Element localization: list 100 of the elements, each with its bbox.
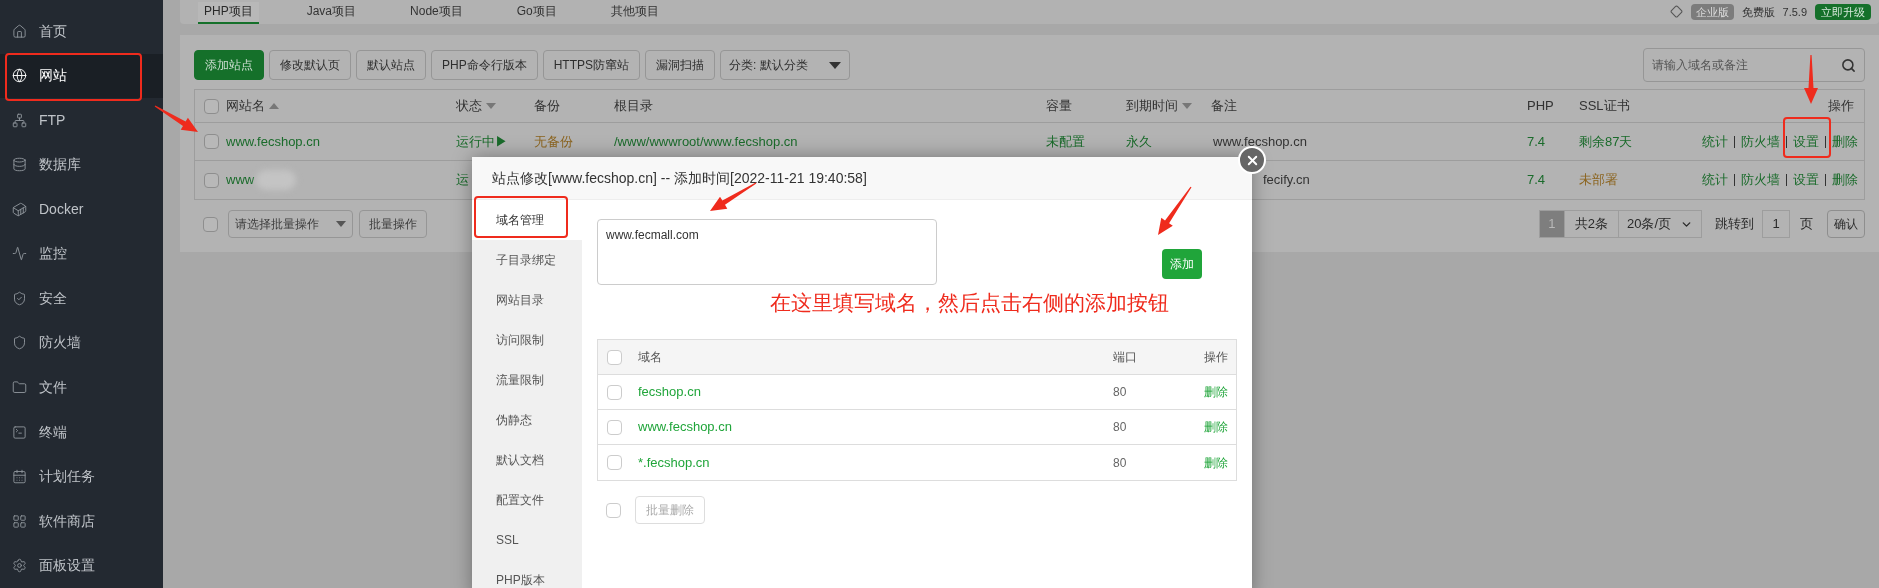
remark-text: www.fecshop.cn	[1212, 132, 1308, 151]
toolbar-button[interactable]: 修改默认页	[269, 50, 351, 80]
row-action-link[interactable]: 统计	[1702, 170, 1728, 190]
sidebar-item[interactable]: 安全	[0, 276, 163, 321]
checkbox[interactable]	[607, 384, 622, 400]
upgrade-button[interactable]: 立即升级	[1815, 3, 1871, 20]
capacity-link[interactable]: 未配置	[1046, 131, 1126, 152]
column-header: 端口	[1113, 349, 1138, 366]
dialog-nav-item[interactable]: 流量限制	[472, 360, 582, 400]
column-header: 备份	[534, 97, 560, 116]
row-action-link[interactable]: 删除	[1832, 170, 1858, 190]
dialog-nav-item[interactable]: SSL	[472, 520, 582, 560]
dialog-nav-item[interactable]: 子目录绑定	[472, 240, 582, 280]
column-header[interactable]: 状态	[456, 96, 482, 116]
jump-page-field[interactable]: 1	[1762, 210, 1790, 238]
checkbox[interactable]	[204, 98, 219, 114]
sidebar-item[interactable]: 首页	[0, 9, 163, 54]
row-action-link[interactable]: 删除	[1832, 131, 1858, 152]
dialog-nav-item[interactable]: 域名管理	[472, 200, 582, 240]
status-link[interactable]: 运行中▶	[456, 131, 534, 152]
column-header[interactable]: 到期时间	[1126, 96, 1178, 116]
project-tab[interactable]: PHP项目	[198, 2, 259, 24]
domain-link[interactable]: fecshop.cn	[638, 382, 1113, 402]
dialog-nav-item[interactable]: 访问限制	[472, 320, 582, 360]
site-name-link[interactable]: www	[226, 170, 255, 190]
project-tab[interactable]: Java项目	[300, 2, 363, 24]
home-icon	[12, 23, 27, 39]
dialog-nav-item[interactable]: 网站目录	[472, 280, 582, 320]
toolbar-button[interactable]: 添加站点	[194, 50, 264, 80]
port-text: 80	[1113, 454, 1128, 472]
edition-badge: 企业版	[1690, 3, 1734, 20]
checkbox[interactable]	[607, 349, 622, 365]
settings-icon	[12, 558, 27, 574]
sidebar-item[interactable]: 计划任务	[0, 454, 163, 499]
total-count: 共2条	[1564, 210, 1619, 238]
toolbar-button[interactable]: PHP命令行版本	[431, 50, 538, 80]
root-path-link[interactable]: /www/wwwroot/www.fecshop.cn	[614, 131, 1046, 152]
confirm-button[interactable]: 确认	[1827, 210, 1865, 238]
sidebar-item[interactable]: 终端	[0, 409, 163, 455]
delete-link[interactable]: 删除	[1204, 453, 1228, 472]
column-header: PHP	[1527, 97, 1554, 116]
page-unit: 页	[1800, 215, 1813, 234]
globe-icon	[12, 68, 27, 84]
checkbox[interactable]	[204, 172, 219, 188]
expiry-link[interactable]: 永久	[1126, 131, 1211, 152]
checkbox[interactable]	[606, 502, 621, 518]
dialog-nav-item[interactable]: PHP版本	[472, 560, 582, 588]
sidebar-item[interactable]: 网站	[0, 53, 163, 99]
batch-select[interactable]: 请选择批量操作	[228, 210, 353, 238]
project-tab[interactable]: 其他项目	[604, 2, 665, 24]
sidebar-item[interactable]: 文件	[0, 365, 163, 410]
dialog-nav-item[interactable]: 伪静态	[472, 400, 582, 440]
sidebar-item[interactable]: 防火墙	[0, 320, 163, 366]
checkbox[interactable]	[204, 134, 219, 149]
dropdown-caret-icon	[829, 61, 842, 69]
column-header[interactable]: 网站名	[226, 96, 265, 116]
version-label: 7.5.9	[1782, 4, 1807, 20]
domain-link[interactable]: *.fecshop.cn	[638, 452, 1113, 473]
sidebar-item[interactable]: Docker	[0, 187, 163, 232]
site-name-link[interactable]: www.fecshop.cn	[226, 131, 320, 152]
annotation-arrow	[1804, 55, 1818, 104]
dialog-nav-item[interactable]: 配置文件	[472, 480, 582, 520]
domain-input[interactable]: www.fecmall.com	[597, 219, 937, 285]
toolbar-button[interactable]: HTTPS防窜站	[542, 50, 641, 80]
annotation-note: 在这里填写域名，然后点击右侧的添加按钮	[770, 290, 1169, 316]
row-action-link[interactable]: 设置	[1793, 170, 1819, 190]
dialog-title: 站点修改[www.fecshop.cn] -- 添加时间[2022-11-21 19:40:58]	[492, 168, 867, 188]
page-size-select[interactable]: 20条/页	[1619, 210, 1702, 238]
edition-label: 免费版	[1741, 4, 1775, 20]
dialog-nav-item[interactable]: 默认文档	[472, 440, 582, 480]
delete-link[interactable]: 删除	[1204, 383, 1228, 401]
search-field[interactable]: 请输入域名或备注	[1643, 48, 1865, 82]
row-action-link[interactable]: 防火墙	[1741, 131, 1780, 152]
column-header: 容量	[1046, 97, 1072, 116]
project-tab[interactable]: Go项目	[510, 2, 563, 24]
batch-button[interactable]: 批量操作	[359, 210, 427, 238]
ssl-status[interactable]: 剩余87天	[1579, 131, 1683, 152]
diamond-icon	[1669, 5, 1683, 19]
terminal-icon	[12, 424, 27, 440]
sidebar-item[interactable]: FTP	[0, 98, 163, 143]
toolbar-button[interactable]: 默认站点	[356, 50, 426, 80]
sidebar-item[interactable]: 监控	[0, 231, 163, 277]
remark-text: fecify.cn	[1262, 171, 1311, 190]
sidebar-item[interactable]: 软件商店	[0, 498, 163, 544]
checkbox[interactable]	[607, 419, 622, 435]
row-action-link[interactable]: 统计	[1702, 131, 1728, 152]
port-text: 80	[1113, 384, 1128, 401]
add-button[interactable]: 添加	[1162, 249, 1202, 279]
domain-link[interactable]: www.fecshop.cn	[638, 417, 1113, 437]
sidebar-item[interactable]: 数据库	[0, 142, 163, 188]
category-select[interactable]: 分类: 默认分类	[720, 50, 851, 80]
checkbox[interactable]	[607, 455, 622, 470]
sidebar-item[interactable]: 面板设置	[0, 543, 163, 588]
project-tab[interactable]: Node项目	[404, 2, 469, 24]
checkbox[interactable]	[203, 216, 218, 232]
search-icon	[1841, 57, 1856, 73]
toolbar-button[interactable]: 漏洞扫描	[645, 50, 716, 80]
row-action-link[interactable]: 设置	[1793, 131, 1819, 152]
row-action-link[interactable]: 防火墙	[1741, 170, 1780, 190]
delete-link[interactable]: 删除	[1204, 418, 1228, 436]
